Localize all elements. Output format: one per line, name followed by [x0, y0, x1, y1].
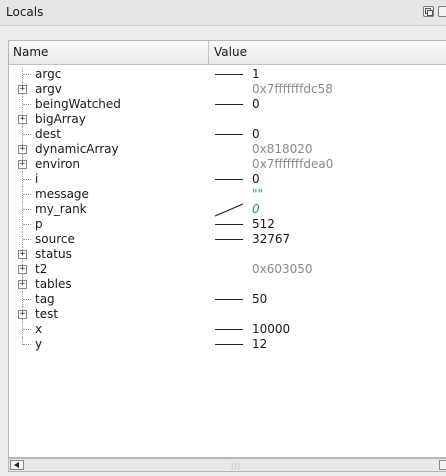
horizontal-scrollbar[interactable]: ||| [8, 458, 446, 472]
variable-value: 0x7fffffffdc58 [252, 82, 333, 96]
column-header-value[interactable]: Value [214, 45, 247, 59]
variable-name: y [35, 337, 43, 351]
variable-value: 0 [252, 127, 260, 141]
close-panel-icon[interactable] [438, 6, 446, 17]
value-change-indicator [215, 104, 243, 105]
float-panel-icon[interactable] [423, 6, 434, 17]
variable-name: bigArray [35, 112, 86, 126]
variable-name: x [35, 322, 43, 336]
tree-row[interactable]: y 12 [9, 337, 446, 352]
variable-value: 12 [252, 337, 268, 351]
tree-row[interactable]: dest 0 [9, 127, 446, 142]
scrollbar-grip[interactable]: ||| [231, 462, 241, 470]
tree-branch-line [23, 224, 31, 225]
tree-row[interactable]: + t2 0x603050 [9, 262, 446, 277]
tree-row[interactable]: p 512 [9, 217, 446, 232]
tree-branch-line [23, 329, 31, 330]
tree-row[interactable]: argc 1 [9, 67, 446, 82]
variable-name: t2 [35, 262, 48, 276]
tree-rows: argc 1 + argv 0x7fffffffdc58 beingWatched 0 + bi… [9, 67, 446, 352]
value-change-indicator [215, 344, 243, 345]
variable-value: 50 [252, 292, 268, 306]
variable-name: environ [35, 157, 81, 171]
tree-row[interactable]: + tables [9, 277, 446, 292]
tree-branch-line [23, 344, 31, 345]
tree-row[interactable]: + status [9, 247, 446, 262]
value-change-indicator [215, 329, 243, 330]
variable-name: beingWatched [35, 97, 121, 111]
variable-value: 0x7fffffffdea0 [252, 157, 334, 171]
tree-row[interactable]: + bigArray [9, 112, 446, 127]
variable-value: 0 [252, 202, 260, 216]
value-change-indicator [215, 179, 243, 180]
value-change-indicator [215, 203, 243, 217]
plus-expander-icon[interactable]: + [18, 160, 27, 169]
variable-name: message [35, 187, 89, 201]
variable-name: my_rank [35, 202, 87, 216]
plus-expander-icon[interactable]: + [18, 265, 27, 274]
value-change-indicator [215, 134, 243, 135]
tree-branch-line [23, 104, 31, 105]
variable-value: 0 [252, 97, 260, 111]
tree-row[interactable]: + dynamicArray 0x818020 [9, 142, 446, 157]
scroll-left-arrow-icon[interactable] [10, 460, 24, 470]
column-header-name[interactable]: Name [13, 45, 48, 59]
plus-expander-icon[interactable]: + [18, 145, 27, 154]
variable-value: 0 [252, 172, 260, 186]
variable-value: 32767 [252, 232, 291, 246]
locals-panel-titlebar: Locals [0, 0, 446, 26]
variable-value: "" [252, 187, 264, 201]
variable-name: dest [35, 127, 61, 141]
tree-branch-line [23, 194, 31, 195]
tree-row[interactable]: beingWatched 0 [9, 97, 446, 112]
plus-expander-icon[interactable]: + [18, 310, 27, 319]
tree-header: Name Value [9, 41, 446, 65]
variable-name: tag [35, 292, 55, 306]
variable-name: test [35, 307, 59, 321]
variable-name: i [35, 172, 39, 186]
column-separator[interactable] [208, 41, 209, 65]
tree-row[interactable]: + test [9, 307, 446, 322]
variable-value: 1 [252, 67, 260, 81]
tree-row[interactable]: source 32767 [9, 232, 446, 247]
tree-branch-line [23, 179, 31, 180]
variable-value: 10000 [252, 322, 291, 336]
value-change-indicator [215, 74, 243, 75]
variable-name: argv [35, 82, 62, 96]
variable-name: p [35, 217, 43, 231]
variable-value: 0x818020 [252, 142, 313, 156]
variable-value: 512 [252, 217, 275, 231]
tree-row[interactable]: message "" [9, 187, 446, 202]
tree-row[interactable]: + environ 0x7fffffffdea0 [9, 157, 446, 172]
tree-row[interactable]: tag 50 [9, 292, 446, 307]
variable-name: source [35, 232, 75, 246]
tree-row[interactable]: i0 [9, 172, 446, 187]
variable-value: 0x603050 [252, 262, 313, 276]
variable-name: argc [35, 67, 62, 81]
tree-branch-line [23, 299, 31, 300]
tree-branch-line [23, 74, 31, 75]
tree-branch-line [23, 209, 31, 210]
plus-expander-icon[interactable]: + [18, 280, 27, 289]
plus-expander-icon[interactable]: + [18, 250, 27, 259]
tree-branch-line [23, 134, 31, 135]
scroll-right-arrow-icon[interactable] [439, 460, 446, 470]
variable-name: dynamicArray [35, 142, 119, 156]
panel-title: Locals [6, 5, 44, 19]
variable-name: tables [35, 277, 72, 291]
value-change-indicator [215, 224, 243, 225]
value-change-indicator [215, 239, 243, 240]
value-change-indicator [215, 299, 243, 300]
plus-expander-icon[interactable]: + [18, 85, 27, 94]
plus-expander-icon[interactable]: + [18, 115, 27, 124]
tree-row[interactable]: my_rank 0 [9, 202, 446, 217]
tree-row[interactable]: x 10000 [9, 322, 446, 337]
tree-row[interactable]: + argv 0x7fffffffdc58 [9, 82, 446, 97]
tree-branch-line [23, 239, 31, 240]
locals-tree[interactable]: Name Value argc 1 + argv 0x7fffffffdc58 being… [8, 40, 446, 458]
variable-name: status [35, 247, 72, 261]
